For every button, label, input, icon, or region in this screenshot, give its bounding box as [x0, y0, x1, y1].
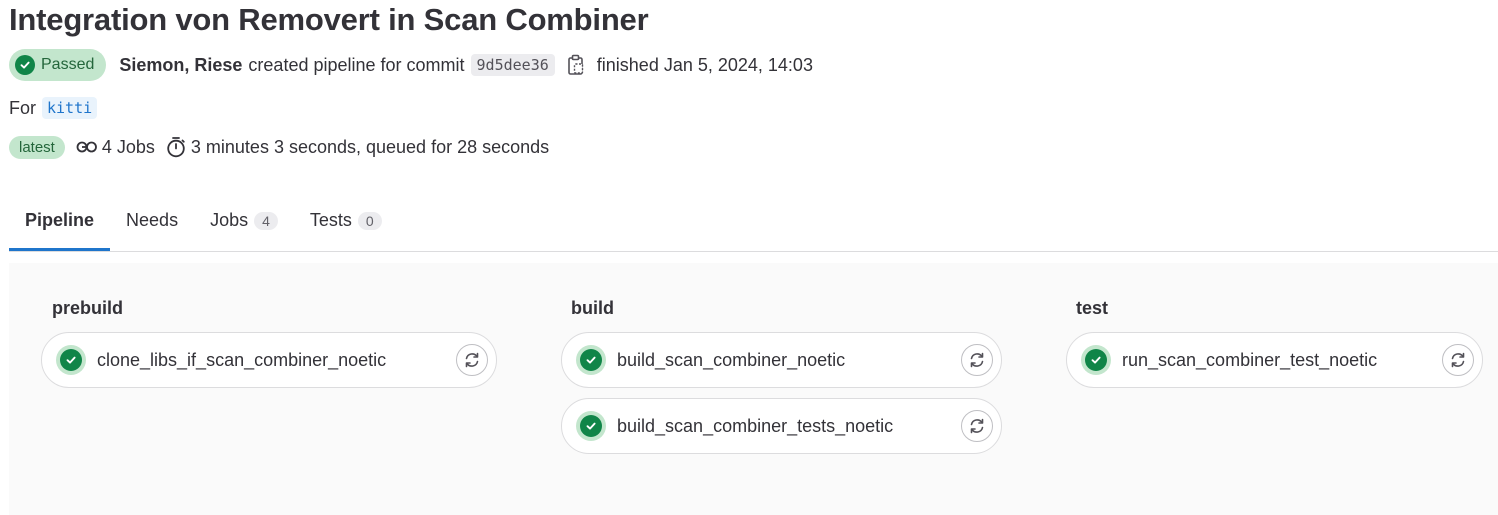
- tab-label: Pipeline: [25, 210, 95, 230]
- check-circle-icon: [15, 55, 35, 75]
- for-label: For: [9, 97, 36, 118]
- jobs-count: 4 Jobs: [101, 136, 155, 157]
- job-name: run_scan_combiner_test_noetic: [1122, 349, 1378, 370]
- ref-row: For kitti: [9, 94, 98, 122]
- job-run-scan-combiner-test[interactable]: run_scan_combiner_test_noetic: [1066, 332, 1483, 388]
- job-build-scan-combiner-tests[interactable]: build_scan_combiner_tests_noetic: [561, 398, 1002, 454]
- job-build-scan-combiner[interactable]: build_scan_combiner_noetic: [561, 332, 1002, 388]
- tab-count-badge: 4: [254, 211, 278, 230]
- check-circle-icon: [56, 345, 86, 375]
- job-name: clone_libs_if_scan_combiner_noetic: [97, 349, 387, 370]
- pipeline-stats: latest 4 Jobs 3 minutes 3 seconds, queue…: [9, 135, 549, 159]
- job-name: build_scan_combiner_tests_noetic: [617, 415, 894, 436]
- tab-label: Needs: [126, 210, 179, 230]
- finished-text: finished Jan 5, 2024, 14:03: [596, 54, 813, 75]
- tab-tests[interactable]: Tests 0: [294, 190, 398, 251]
- branch-ref-link[interactable]: kitti: [42, 97, 98, 119]
- check-circle-icon: [1081, 345, 1111, 375]
- created-text: created pipeline for commit: [248, 54, 465, 75]
- tab-label: Tests: [309, 210, 352, 230]
- tab-pipeline[interactable]: Pipeline: [9, 190, 111, 251]
- page-title: Integration von Removert in Scan Combine…: [9, 2, 649, 37]
- commit-sha-link[interactable]: 9d5dee36: [470, 54, 555, 76]
- retry-icon[interactable]: [961, 344, 993, 376]
- latest-badge: latest: [9, 135, 65, 159]
- check-circle-icon: [576, 411, 606, 441]
- status-badge[interactable]: Passed: [9, 49, 107, 81]
- duration-text: 3 minutes 3 seconds, queued for 28 secon…: [190, 136, 550, 157]
- stage-title-prebuild: prebuild: [52, 298, 123, 318]
- stage-title-build: build: [571, 298, 614, 318]
- author-link[interactable]: Siemon, Riese: [119, 55, 242, 76]
- job-clone-libs[interactable]: clone_libs_if_scan_combiner_noetic: [41, 332, 497, 388]
- status-label: Passed: [41, 56, 95, 73]
- retry-icon[interactable]: [456, 344, 488, 376]
- copy-to-clipboard-icon[interactable]: [567, 54, 585, 76]
- pipeline-jobs-icon: [76, 139, 98, 155]
- tab-needs[interactable]: Needs: [110, 190, 194, 251]
- tab-label: Jobs: [210, 210, 249, 230]
- timer-icon: [166, 136, 186, 158]
- tab-count-badge: 0: [357, 211, 382, 230]
- check-circle-icon: [576, 345, 606, 375]
- pipeline-meta: Passed Siemon, Riese created pipeline fo…: [9, 49, 813, 81]
- pipeline-tabs: Pipeline Needs Jobs 4 Tests 0: [9, 190, 1498, 252]
- retry-icon[interactable]: [1442, 344, 1474, 376]
- tab-jobs[interactable]: Jobs 4: [194, 190, 294, 251]
- retry-icon[interactable]: [961, 410, 993, 442]
- stage-title-test: test: [1076, 298, 1109, 318]
- job-name: build_scan_combiner_noetic: [617, 349, 846, 370]
- pipeline-graph: prebuild build test clone_libs_if_scan_c…: [9, 263, 1498, 515]
